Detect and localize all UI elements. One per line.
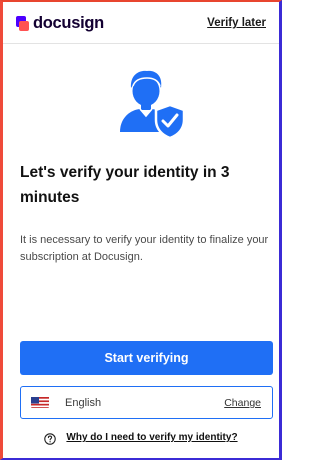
language-selector[interactable]: English Change [20,386,273,419]
why-verify-link[interactable]: Why do I need to verify my identity? [66,432,237,444]
verify-later-link[interactable]: Verify later [207,16,266,30]
us-flag-icon [31,396,49,408]
start-verifying-button[interactable]: Start verifying [20,341,273,375]
user-verified-shield-icon [116,64,188,140]
question-circle-icon [44,432,57,445]
brand-name: docusign [33,14,104,32]
change-language-link[interactable]: Change [224,396,261,410]
page-description: It is necessary to verify your identity … [20,234,269,263]
docusign-logo: docusign [16,13,104,33]
selected-language: English [65,397,102,409]
help-row: Why do I need to verify my identity? [3,430,279,446]
docusign-logo-icon [16,15,30,31]
page-title: Let's verify your identity in 3 minutes [20,164,230,206]
app-window: docusign Verify later Let's verify your … [0,0,282,460]
header: docusign Verify later [3,2,279,44]
